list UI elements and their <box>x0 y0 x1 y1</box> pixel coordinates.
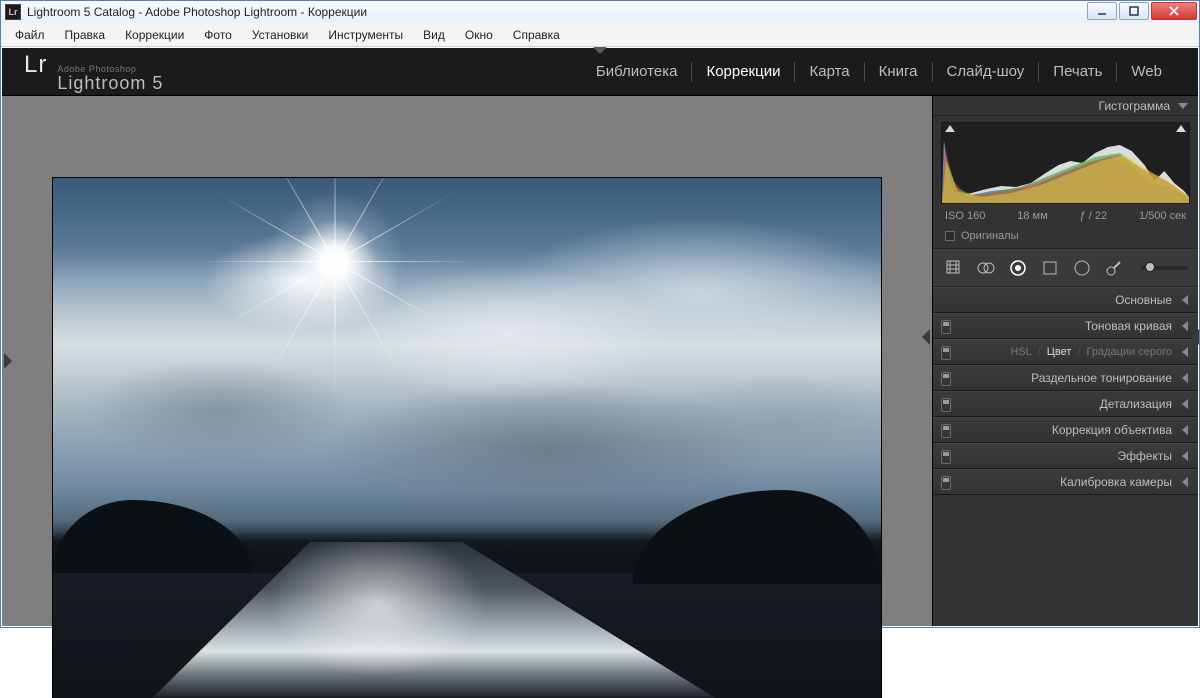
panel-switch-icon[interactable] <box>941 476 951 490</box>
chevron-left-icon <box>1182 451 1188 461</box>
identity-bar: Lr Adobe Photoshop Lightroom 5 Библиотек… <box>2 48 1198 96</box>
panel-section-4[interactable]: Детализация <box>933 391 1198 417</box>
section-label: Эффекты <box>1117 449 1172 463</box>
histogram-header[interactable]: Гистограмма <box>933 96 1198 116</box>
toolstrip <box>933 249 1198 287</box>
window-frame: Lr Lightroom 5 Catalog - Adobe Photoshop… <box>0 0 1200 628</box>
exif-iso: ISO 160 <box>945 210 985 222</box>
module-web[interactable]: Web <box>1117 63 1176 80</box>
minimize-button[interactable] <box>1087 2 1117 20</box>
right-panel-toggle-icon[interactable] <box>922 329 930 345</box>
chevron-left-icon <box>1182 321 1188 331</box>
collapse-top-icon[interactable] <box>593 47 607 54</box>
panel-switch-icon[interactable] <box>941 450 951 464</box>
panel-section-0[interactable]: Основные <box>933 287 1198 313</box>
module-library[interactable]: Библиотека <box>582 63 692 80</box>
panel-switch-icon[interactable] <box>941 320 951 334</box>
workspace: Гистограмма ISO 160 18 м <box>2 96 1198 626</box>
panel-switch-icon[interactable] <box>941 398 951 412</box>
right-panel: Гистограмма ISO 160 18 м <box>932 96 1198 626</box>
panel-switch-icon[interactable] <box>941 424 951 438</box>
brush-size-slider[interactable] <box>1141 266 1188 270</box>
subtab[interactable]: Цвет <box>1047 346 1072 358</box>
exif-shutter: 1/500 сек <box>1139 210 1186 222</box>
panel-section-6[interactable]: Эффекты <box>933 443 1198 469</box>
sun-glare <box>335 261 337 263</box>
trees-right <box>633 490 881 584</box>
logo: Lr Adobe Photoshop Lightroom 5 <box>24 51 163 92</box>
app-body: Lr Adobe Photoshop Lightroom 5 Библиотек… <box>2 48 1198 626</box>
menu-edit[interactable]: Правка <box>57 26 114 44</box>
originals-row[interactable]: Оригиналы <box>933 226 1198 249</box>
menu-help[interactable]: Справка <box>505 26 568 44</box>
histogram[interactable] <box>941 122 1190 204</box>
graduated-filter-tool[interactable] <box>1039 257 1061 279</box>
radial-filter-tool[interactable] <box>1071 257 1093 279</box>
left-panel-toggle-icon[interactable] <box>4 353 12 369</box>
subtab[interactable]: Градации серого <box>1087 346 1173 358</box>
adjustment-brush-tool[interactable] <box>1103 257 1125 279</box>
module-picker: Библиотека Коррекции Карта Книга Слайд-ш… <box>582 62 1176 82</box>
menu-tools[interactable]: Инструменты <box>320 26 411 44</box>
module-develop[interactable]: Коррекции <box>692 63 794 80</box>
module-book[interactable]: Книга <box>865 63 932 80</box>
menubar: Файл Правка Коррекции Фото Установки Инс… <box>1 23 1199 47</box>
menu-photo[interactable]: Фото <box>196 26 240 44</box>
crop-tool[interactable] <box>943 257 965 279</box>
photo-preview[interactable] <box>53 178 881 698</box>
chevron-left-icon <box>1182 373 1188 383</box>
subtab[interactable]: HSL <box>1010 346 1031 358</box>
panel-switch-icon[interactable] <box>941 346 951 360</box>
menu-settings[interactable]: Установки <box>244 26 316 44</box>
exif-aperture: ƒ / 22 <box>1080 210 1108 222</box>
panel-section-3[interactable]: Раздельное тонирование <box>933 365 1198 391</box>
logo-brand-large: Lightroom 5 <box>57 74 163 92</box>
module-print[interactable]: Печать <box>1039 63 1116 80</box>
menu-develop[interactable]: Коррекции <box>117 26 192 44</box>
logo-lr: Lr <box>24 51 47 79</box>
chevron-left-icon <box>1182 295 1188 305</box>
chevron-left-icon <box>1182 347 1188 357</box>
module-map[interactable]: Карта <box>795 63 863 80</box>
spot-removal-tool[interactable] <box>975 257 997 279</box>
panel-section-7[interactable]: Калибровка камеры <box>933 469 1198 495</box>
chevron-left-icon <box>1182 425 1188 435</box>
menu-file[interactable]: Файл <box>7 26 53 44</box>
section-label: Коррекция объектива <box>1052 423 1172 437</box>
menu-view[interactable]: Вид <box>415 26 453 44</box>
close-button[interactable] <box>1151 2 1197 20</box>
chevron-left-icon <box>1182 399 1188 409</box>
chevron-left-icon <box>1182 477 1188 487</box>
section-label: Калибровка камеры <box>1060 475 1172 489</box>
histogram-title: Гистограмма <box>1099 99 1170 113</box>
chevron-down-icon <box>1178 103 1188 109</box>
slider-knob[interactable] <box>1145 262 1155 272</box>
section-label: Основные <box>1115 293 1172 307</box>
panel-section-1[interactable]: Тоновая кривая <box>933 313 1198 339</box>
section-label: Раздельное тонирование <box>1031 371 1172 385</box>
canvas-area <box>2 96 932 626</box>
section-label: Детализация <box>1100 397 1172 411</box>
panel-section-5[interactable]: Коррекция объектива <box>933 417 1198 443</box>
titlebar[interactable]: Lr Lightroom 5 Catalog - Adobe Photoshop… <box>1 1 1199 23</box>
panel-section-2[interactable]: HSL / Цвет / Градации серого <box>933 339 1198 365</box>
menu-window[interactable]: Окно <box>457 26 501 44</box>
section-label: Тоновая кривая <box>1085 319 1172 333</box>
window-title: Lightroom 5 Catalog - Adobe Photoshop Li… <box>27 5 1085 19</box>
hsl-subtabs: HSL / Цвет / Градации серого <box>1010 346 1172 358</box>
module-slideshow[interactable]: Слайд-шоу <box>933 63 1039 80</box>
originals-label: Оригиналы <box>961 230 1019 242</box>
maximize-button[interactable] <box>1119 2 1149 20</box>
app-icon: Lr <box>5 4 21 20</box>
trees-left <box>53 500 252 573</box>
exif-focal: 18 мм <box>1017 210 1047 222</box>
right-outer-toggle-icon[interactable] <box>1191 329 1199 345</box>
panel-switch-icon[interactable] <box>941 372 951 386</box>
exif-row: ISO 160 18 мм ƒ / 22 1/500 сек <box>933 208 1198 226</box>
redeye-tool[interactable] <box>1007 257 1029 279</box>
checkbox-icon[interactable] <box>945 231 955 241</box>
